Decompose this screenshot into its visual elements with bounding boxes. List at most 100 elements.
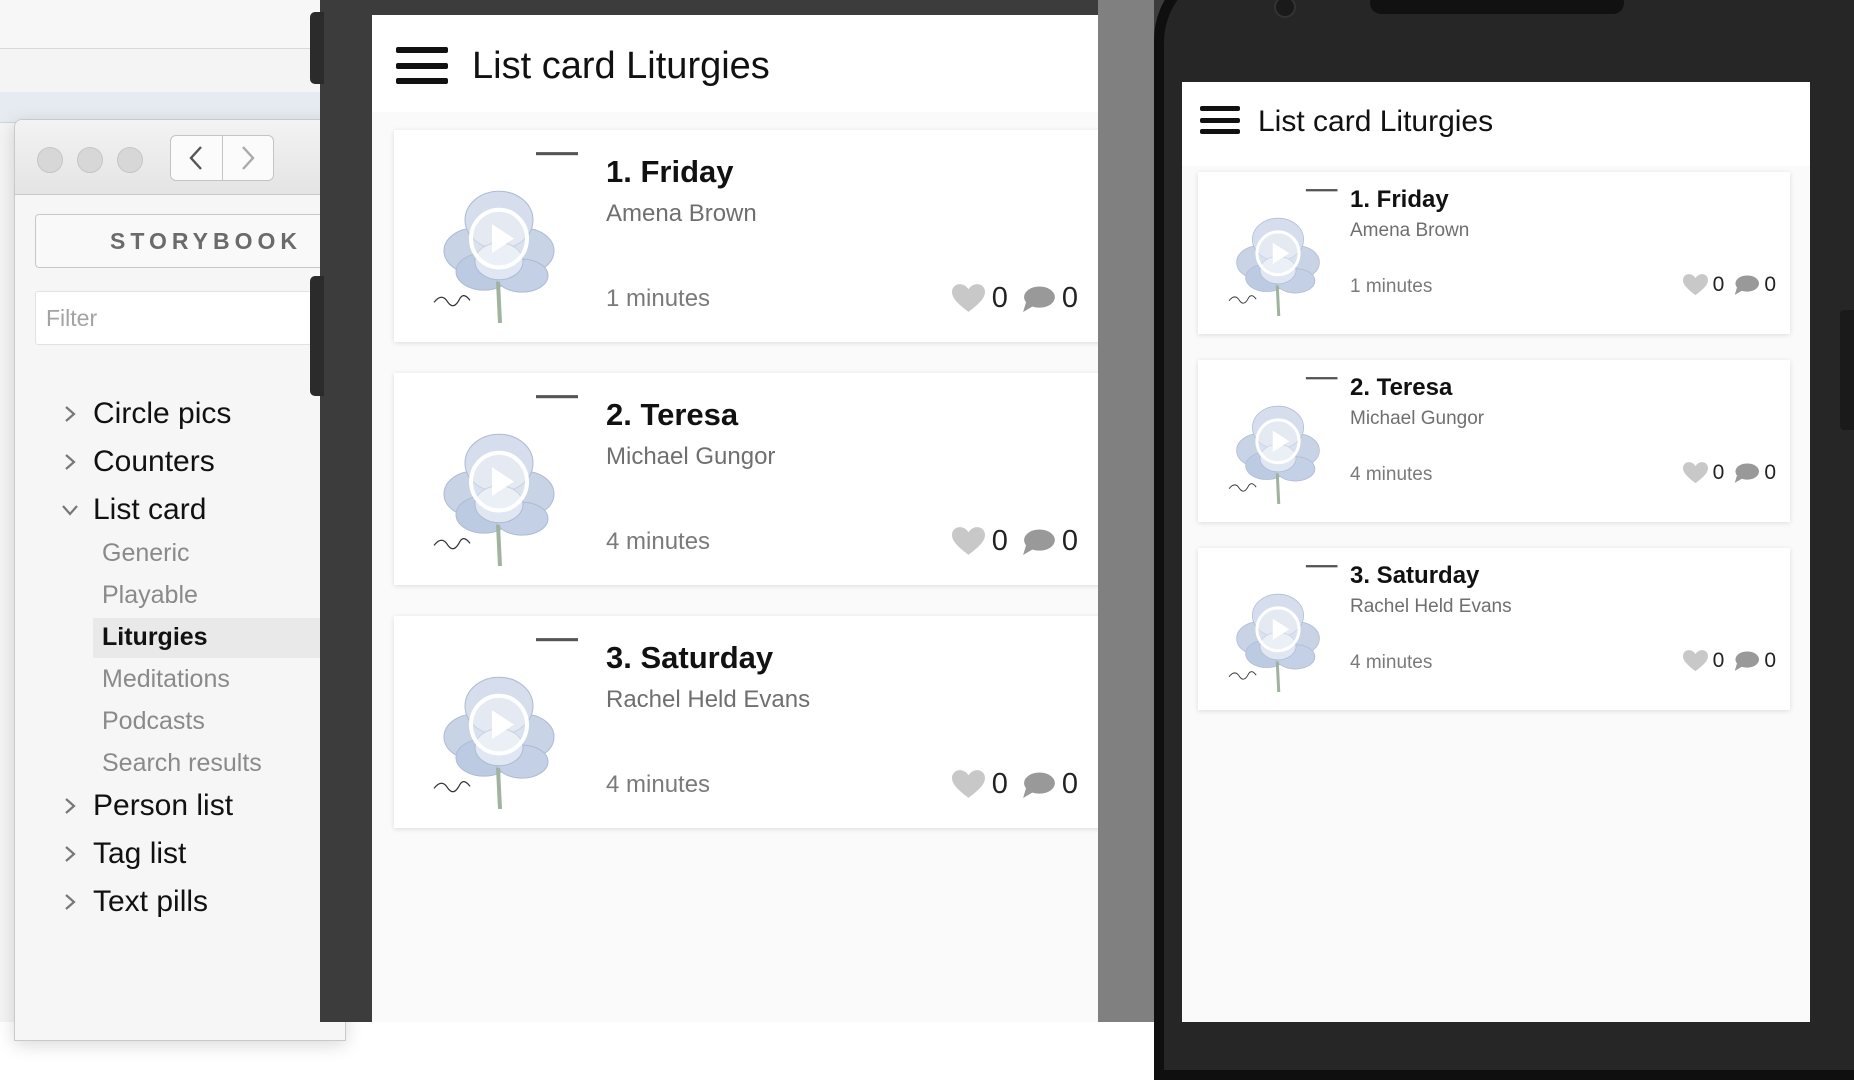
list-card[interactable]: 1. Friday Amena Brown 1 minutes 0 0 xyxy=(1198,172,1790,334)
tree-item-text-pills[interactable]: Text pills xyxy=(15,880,345,924)
comment-count: 0 xyxy=(1764,461,1776,484)
chevron-down-icon xyxy=(61,499,79,521)
story-generic[interactable]: Generic xyxy=(93,534,345,574)
comment-icon[interactable] xyxy=(1022,528,1055,555)
app-title: List card Liturgies xyxy=(472,45,770,87)
card-stats: 00 xyxy=(951,282,1078,315)
card-author: Michael Gungor xyxy=(606,443,776,470)
comment-count: 0 xyxy=(1061,525,1078,557)
chevron-right-icon xyxy=(61,843,79,865)
tree-item-label: Text pills xyxy=(93,885,209,918)
tree-item-label: List card xyxy=(93,493,207,526)
zoom-window-button[interactable] xyxy=(117,147,143,173)
play-icon[interactable] xyxy=(414,634,584,809)
card-thumbnail[interactable] xyxy=(414,634,584,809)
resize-handle[interactable] xyxy=(310,12,324,84)
tree-item-label: Person list xyxy=(93,789,234,822)
story-podcasts[interactable]: Podcasts xyxy=(93,702,345,742)
card-duration: 4 minutes xyxy=(606,528,711,555)
like-count: 0 xyxy=(1712,649,1725,672)
tree-item-person-list[interactable]: Person list xyxy=(15,784,345,828)
card-thumbnail[interactable] xyxy=(1214,562,1342,692)
heart-icon[interactable] xyxy=(1682,274,1708,296)
story-label: Search results xyxy=(102,749,262,777)
story-label: Podcasts xyxy=(102,707,205,735)
list-card[interactable]: 3. Saturday Rachel Held Evans 4 minutes 0 0 xyxy=(1198,548,1790,710)
like-count: 0 xyxy=(991,525,1008,557)
tree-item-counters[interactable]: Counters xyxy=(15,440,345,484)
heart-icon[interactable] xyxy=(951,770,985,799)
like-count: 0 xyxy=(991,768,1008,800)
comment-count: 0 xyxy=(1061,282,1078,314)
list-card[interactable]: 3. Saturday Rachel Held Evans 4 minutes 0 0 xyxy=(394,616,1098,828)
play-icon[interactable] xyxy=(1214,374,1342,504)
forward-button[interactable] xyxy=(221,136,274,180)
back-button[interactable] xyxy=(171,136,222,180)
card-title: 1. Friday xyxy=(606,154,734,189)
card-thumbnail[interactable] xyxy=(1214,186,1342,316)
heart-icon[interactable] xyxy=(1682,650,1708,672)
close-window-button[interactable] xyxy=(37,147,63,173)
minimize-window-button[interactable] xyxy=(77,147,103,173)
chevron-right-icon xyxy=(61,403,79,425)
heart-icon[interactable] xyxy=(1682,462,1708,484)
tree-item-label: Counters xyxy=(93,445,215,478)
card-thumbnail[interactable] xyxy=(414,148,584,323)
play-icon[interactable] xyxy=(414,391,584,566)
phone-side-button xyxy=(1840,310,1854,430)
filter-input[interactable] xyxy=(35,291,345,345)
back-arrow-icon xyxy=(189,146,203,170)
phone-preview: List card Liturgies 1. Friday Amena Brown… xyxy=(1182,82,1810,1022)
story-playable[interactable]: Playable xyxy=(93,576,345,616)
storybook-title-button[interactable]: STORYBOOK xyxy=(35,214,345,268)
tree-item-list-card[interactable]: List card xyxy=(15,488,345,532)
tree-item-label: Circle pics xyxy=(93,397,232,430)
story-liturgies[interactable]: Liturgies xyxy=(93,618,345,658)
story-label: Liturgies xyxy=(102,623,208,651)
comment-icon[interactable] xyxy=(1734,463,1760,483)
story-label: Playable xyxy=(102,581,198,609)
app-title: List card Liturgies xyxy=(1258,105,1494,138)
card-duration: 4 minutes xyxy=(1350,464,1433,485)
list-card[interactable]: 2. Teresa Michael Gungor 4 minutes 0 0 xyxy=(394,373,1098,585)
comment-icon[interactable] xyxy=(1022,285,1055,312)
comment-icon[interactable] xyxy=(1022,771,1055,798)
play-icon[interactable] xyxy=(414,148,584,323)
app-header: List card Liturgies xyxy=(372,15,1098,112)
heart-icon[interactable] xyxy=(951,527,985,556)
story-label: Generic xyxy=(102,539,190,567)
list-card[interactable]: 2. Teresa Michael Gungor 4 minutes 0 0 xyxy=(1198,360,1790,522)
preview-gutter xyxy=(1098,0,1154,1022)
card-duration: 4 minutes xyxy=(1350,652,1433,673)
card-stats: 00 xyxy=(1682,649,1776,673)
comment-count: 0 xyxy=(1061,768,1078,800)
comment-icon[interactable] xyxy=(1734,275,1760,295)
resize-handle[interactable] xyxy=(310,276,324,396)
like-count: 0 xyxy=(1712,461,1725,484)
card-stats: 00 xyxy=(951,768,1078,801)
tree-item-circle-pics[interactable]: Circle pics xyxy=(15,392,345,436)
card-thumbnail[interactable] xyxy=(1214,374,1342,504)
card-title: 1. Friday xyxy=(1350,186,1449,213)
play-icon[interactable] xyxy=(1214,562,1342,692)
card-duration: 1 minutes xyxy=(606,285,711,312)
comment-icon[interactable] xyxy=(1734,651,1760,671)
card-title: 3. Saturday xyxy=(606,640,774,675)
card-title: 2. Teresa xyxy=(606,397,739,432)
chevron-right-icon xyxy=(61,891,79,913)
menu-icon[interactable] xyxy=(1200,106,1240,134)
story-meditations[interactable]: Meditations xyxy=(93,660,345,700)
card-author: Michael Gungor xyxy=(1350,408,1485,429)
heart-icon[interactable] xyxy=(951,284,985,313)
card-author: Amena Brown xyxy=(606,200,757,227)
card-title: 3. Saturday xyxy=(1350,562,1480,589)
play-icon[interactable] xyxy=(1214,186,1342,316)
card-thumbnail[interactable] xyxy=(414,391,584,566)
history-nav xyxy=(170,135,274,181)
menu-icon[interactable] xyxy=(396,47,448,84)
list-card[interactable]: 1. Friday Amena Brown 1 minutes 0 0 xyxy=(394,130,1098,342)
card-author: Amena Brown xyxy=(1350,220,1470,241)
story-search-results[interactable]: Search results xyxy=(93,744,345,784)
card-author: Rachel Held Evans xyxy=(1350,596,1512,617)
tree-item-tag-list[interactable]: Tag list xyxy=(15,832,345,876)
